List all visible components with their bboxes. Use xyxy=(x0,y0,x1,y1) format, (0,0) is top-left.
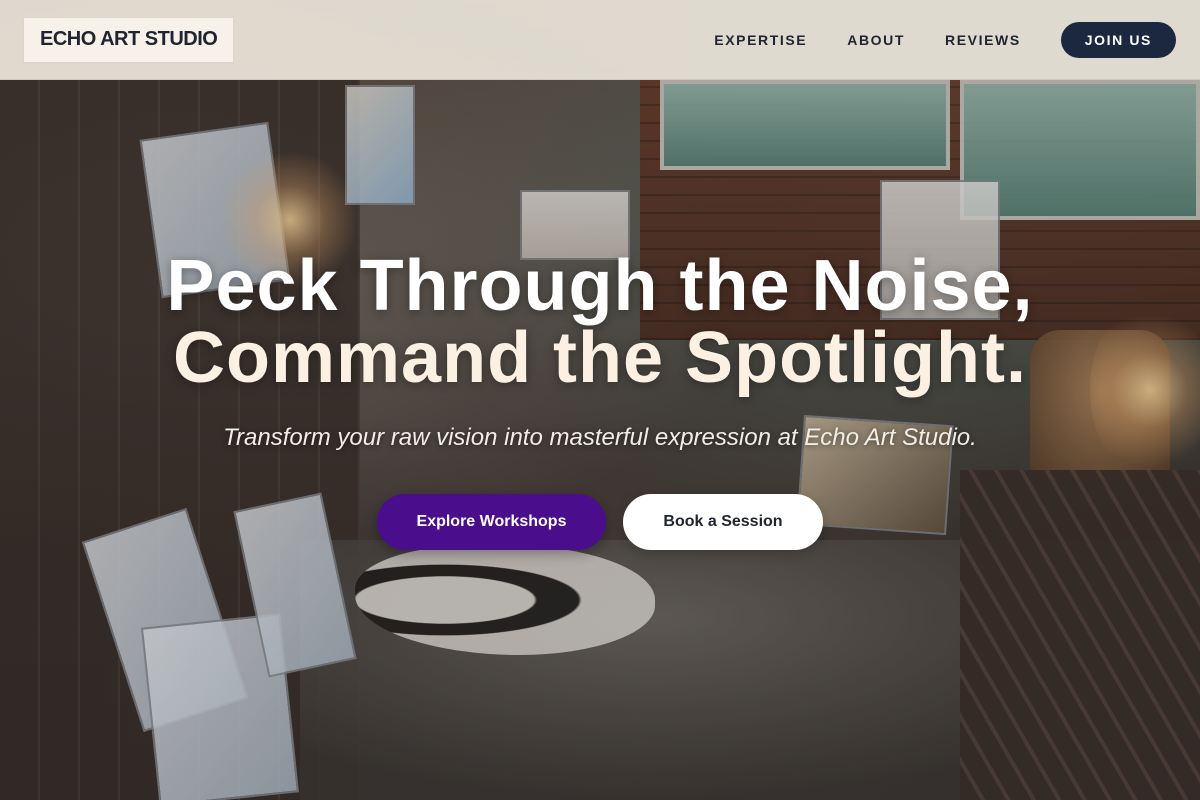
hero-cta-row: Explore Workshops Book a Session xyxy=(0,494,1200,550)
brand-logo[interactable]: ECHO ART STUDIO xyxy=(24,17,234,62)
site-header: ECHO ART STUDIO EXPERTISE ABOUT REVIEWS … xyxy=(0,0,1200,80)
nav-link-reviews[interactable]: REVIEWS xyxy=(945,32,1021,48)
explore-workshops-button[interactable]: Explore Workshops xyxy=(377,494,606,550)
hero-headline-line-2: Command the Spotlight. xyxy=(173,318,1027,398)
hero-headline: Peck Through the Noise, Command the Spot… xyxy=(0,250,1200,394)
nav-link-about[interactable]: ABOUT xyxy=(847,32,905,48)
hero-section: Peck Through the Noise, Command the Spot… xyxy=(0,250,1200,550)
hero-headline-line-1: Peck Through the Noise, xyxy=(166,246,1034,326)
join-us-button[interactable]: JOIN US xyxy=(1060,21,1176,58)
hero-subtitle: Transform your raw vision into masterful… xyxy=(223,424,977,451)
book-session-button[interactable]: Book a Session xyxy=(623,494,823,550)
main-nav: EXPERTISE ABOUT REVIEWS JOIN US xyxy=(714,21,1176,58)
nav-link-expertise[interactable]: EXPERTISE xyxy=(714,32,807,48)
